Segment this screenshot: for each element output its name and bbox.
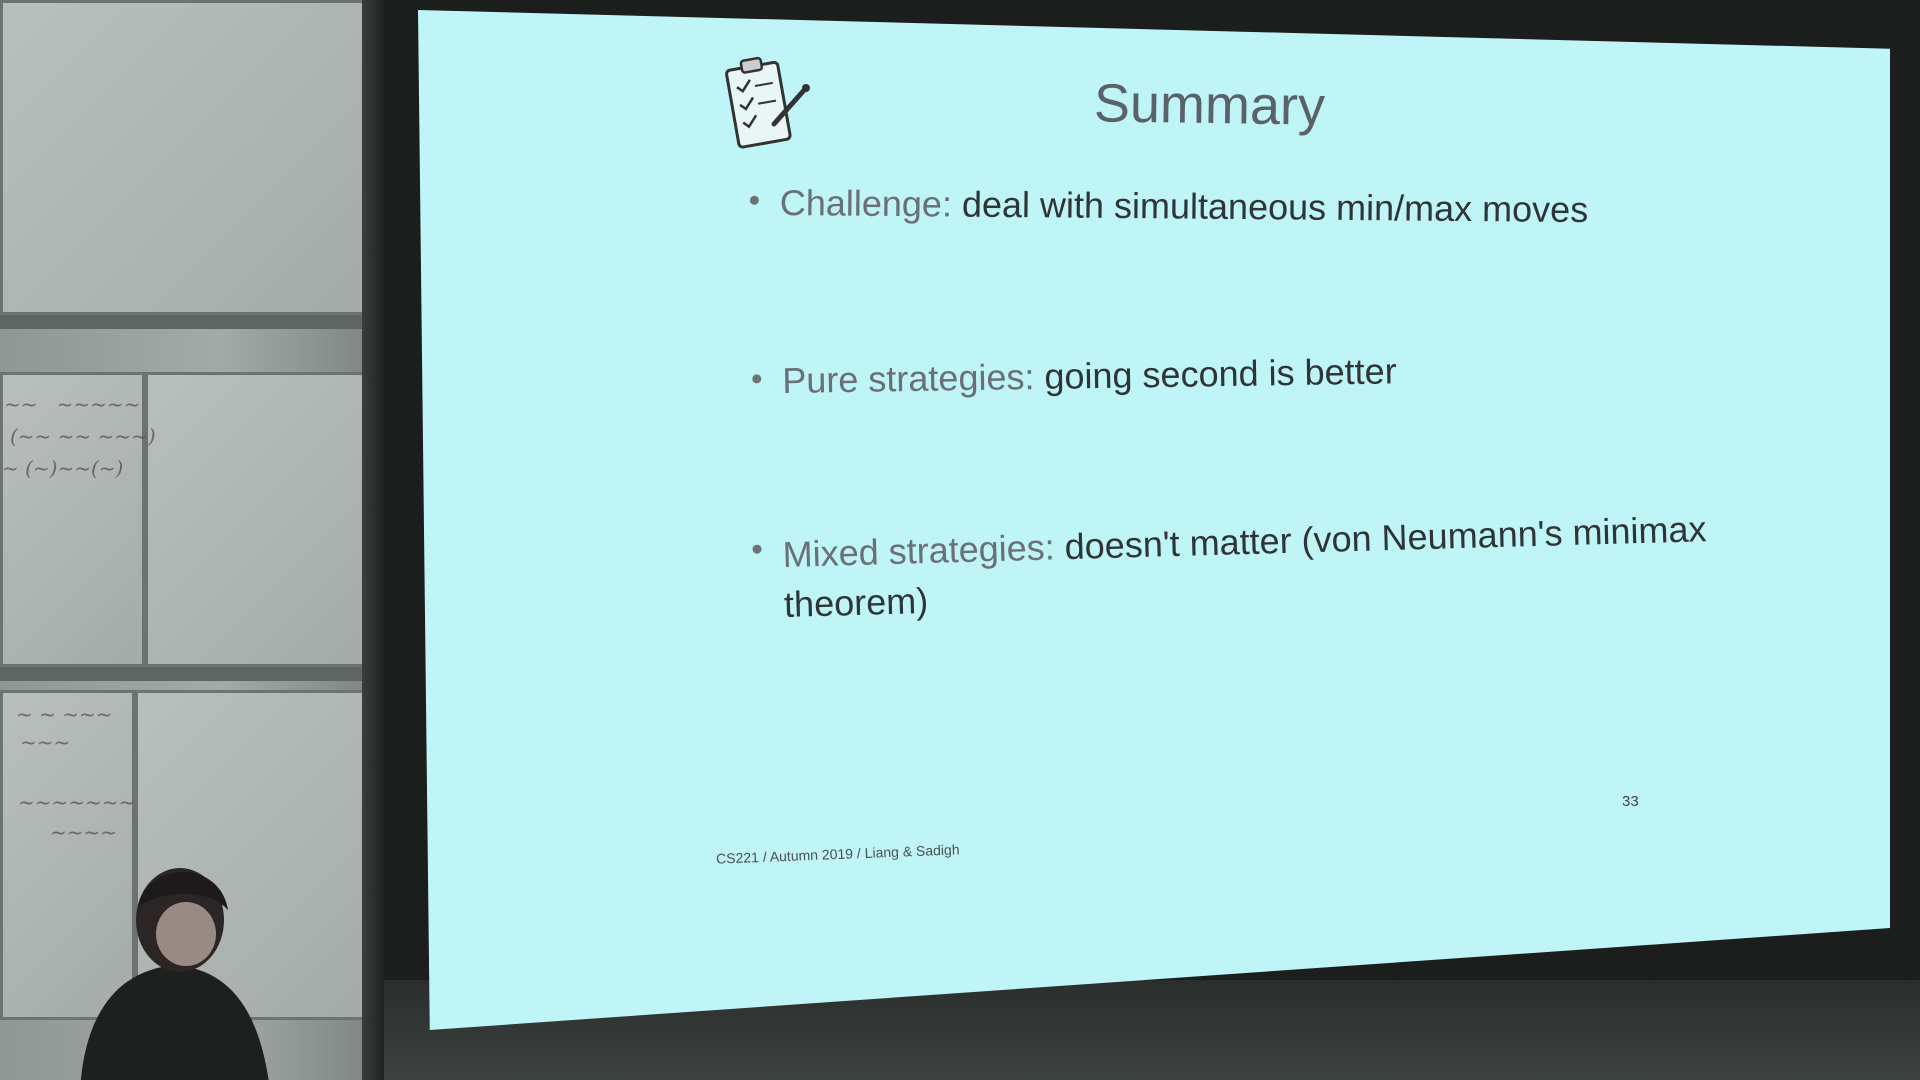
board-scribble: ~~~ (20, 730, 71, 754)
bullet-text: deal with simultaneous min/max moves (951, 183, 1589, 231)
board-scribble: ~~~~ (50, 820, 118, 844)
whiteboard-panel-middle-left (0, 372, 145, 667)
bullet-term: Pure strategies: (782, 356, 1035, 401)
whiteboard-panel-upper (0, 0, 365, 315)
whiteboard-rail (0, 667, 370, 681)
board-scribble: ~ ~ ~~~ (16, 702, 113, 726)
whiteboard-panel-middle-right (145, 372, 365, 667)
board-scribble: ~~ ~~~~~ (4, 392, 141, 416)
bullet-term: Challenge: (779, 182, 953, 225)
bullet-term: Mixed strategies: (782, 526, 1056, 575)
summary-bullet: Challenge: deal with simultaneous min/ma… (749, 182, 1589, 231)
slide-title: Summary (1093, 73, 1326, 137)
board-scribble: ~~~~~~~ (18, 790, 136, 814)
bullet-text: going second is better (1034, 350, 1397, 398)
board-scribble: (~~ ~~ ~~~) (10, 424, 156, 448)
presenter-silhouette (80, 868, 269, 1080)
board-scribble: ~ (~)~~(~) (2, 456, 124, 480)
lecture-photo: ~~ ~~~~~ (~~ ~~ ~~~) ~ (~)~~(~) ~ ~ ~~~ … (0, 0, 1920, 1080)
bullet-dot (749, 195, 759, 205)
wall-edge (362, 0, 384, 1080)
slide-page-number: 33 (1622, 793, 1639, 810)
whiteboard-rail (0, 315, 370, 329)
bullet-dot (752, 374, 762, 384)
clipboard-checklist-icon (725, 56, 810, 149)
